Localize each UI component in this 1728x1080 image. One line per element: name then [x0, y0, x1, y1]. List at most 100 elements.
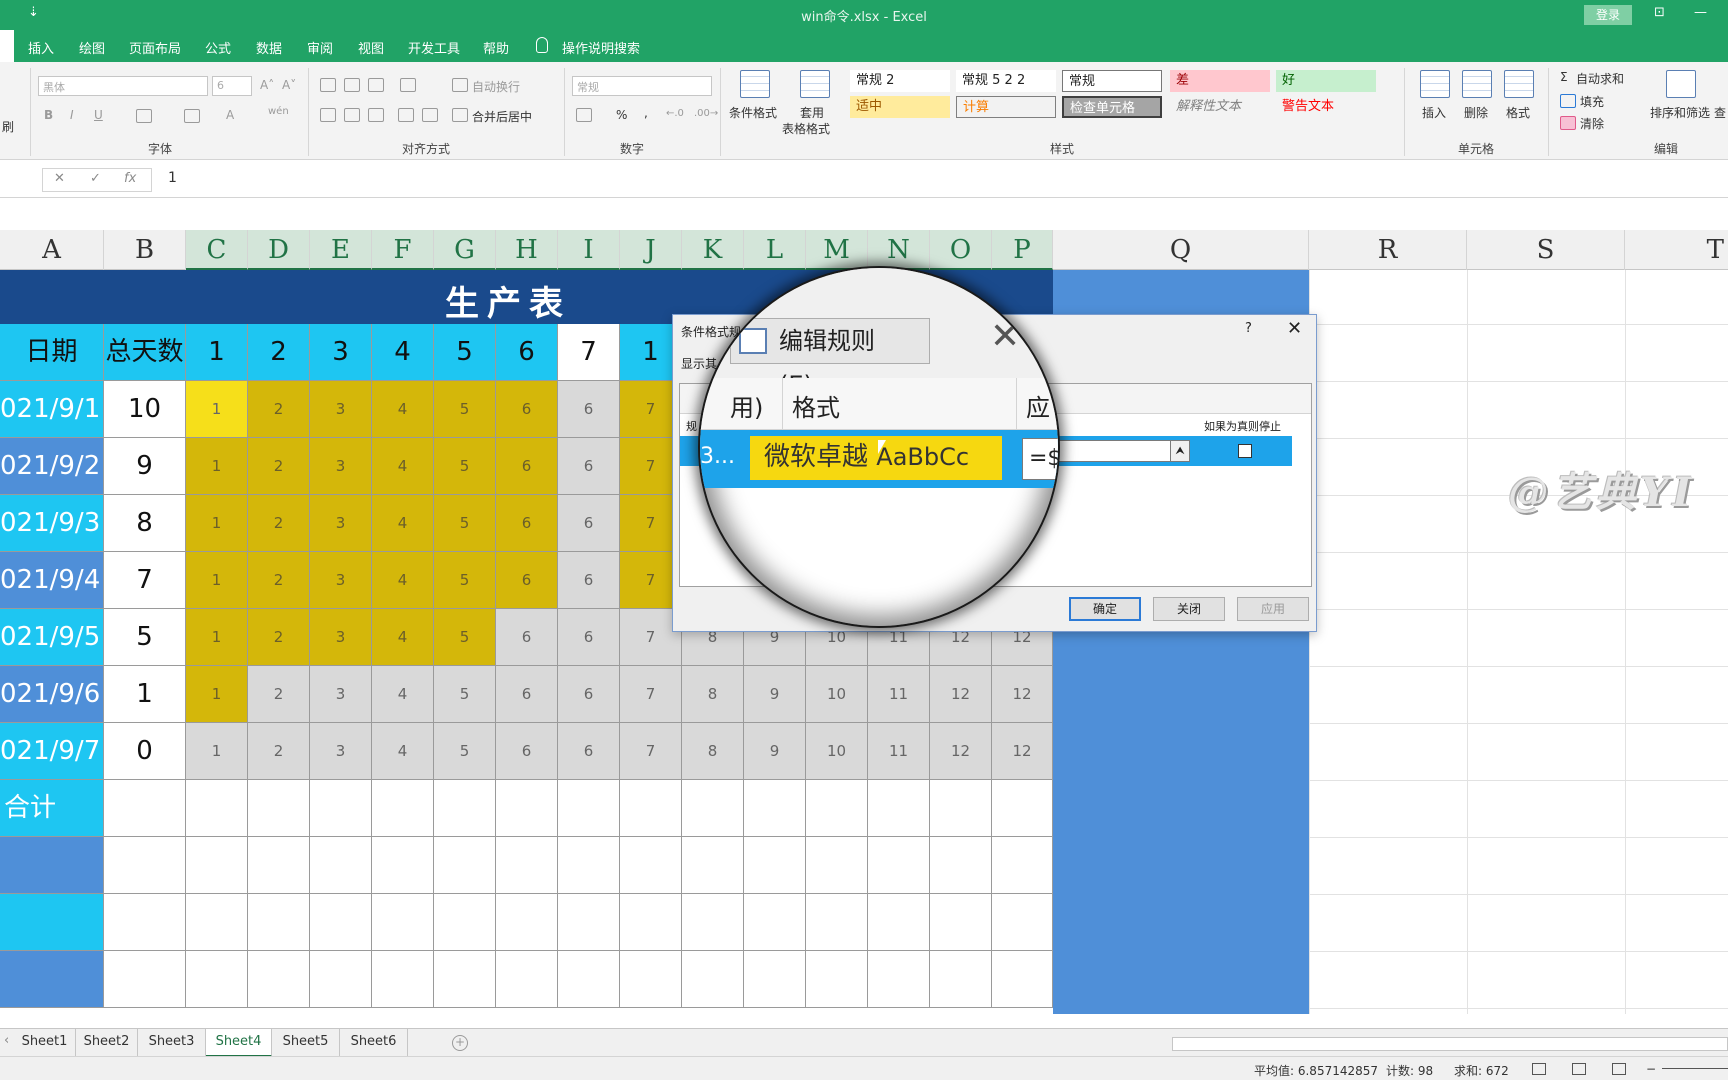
style-neutral[interactable]: 适中: [850, 96, 950, 118]
sheet-nav-icon[interactable]: ‹: [4, 1033, 9, 1048]
date-cell[interactable]: 021/9/3: [0, 495, 104, 552]
empty-cell[interactable]: [744, 837, 806, 894]
value-cell[interactable]: 5: [434, 723, 496, 780]
total-days-cell[interactable]: 8: [104, 495, 186, 552]
edit-rule-button[interactable]: 编辑规则(E)...: [730, 318, 930, 399]
empty-cell[interactable]: [434, 837, 496, 894]
empty-cell[interactable]: [104, 951, 186, 1008]
style-normal-2[interactable]: 常规 2: [850, 70, 950, 92]
tab-formulas[interactable]: 公式: [205, 38, 231, 57]
column-header-n[interactable]: N: [868, 230, 930, 270]
value-cell[interactable]: 7: [620, 666, 682, 723]
clear-button[interactable]: 清除: [1580, 115, 1604, 132]
column-header-g[interactable]: G: [434, 230, 496, 270]
value-cell[interactable]: 2: [248, 609, 310, 666]
close-button[interactable]: 关闭: [1153, 597, 1225, 621]
empty-cell[interactable]: [310, 780, 372, 837]
value-cell[interactable]: 3: [310, 666, 372, 723]
value-cell[interactable]: 6: [496, 666, 558, 723]
empty-cell[interactable]: [806, 894, 868, 951]
value-cell[interactable]: 2: [248, 438, 310, 495]
column-header-m[interactable]: M: [806, 230, 868, 270]
decrease-indent-icon[interactable]: [398, 108, 414, 122]
value-cell[interactable]: 8: [682, 723, 744, 780]
column-header-c[interactable]: C: [186, 230, 248, 270]
italic-button[interactable]: I: [70, 108, 74, 122]
empty-cell[interactable]: [992, 780, 1053, 837]
column-header-q[interactable]: Q: [1053, 230, 1309, 270]
empty-cell[interactable]: [0, 894, 104, 951]
fill-color-icon[interactable]: [184, 109, 200, 123]
date-cell[interactable]: 021/9/1: [0, 381, 104, 438]
value-cell[interactable]: 9: [744, 723, 806, 780]
format-cells-button[interactable]: 格式: [1506, 104, 1530, 121]
table-format-label-2[interactable]: 表格格式: [782, 120, 830, 137]
value-cell[interactable]: 10: [806, 666, 868, 723]
add-sheet-icon[interactable]: +: [452, 1035, 468, 1051]
percent-button[interactable]: %: [616, 108, 627, 122]
value-cell[interactable]: 1: [186, 495, 248, 552]
empty-cell[interactable]: [620, 894, 682, 951]
magnified-rule-row[interactable]: 3... 微软卓越 AaBbCc =$: [700, 430, 1058, 488]
align-right-icon[interactable]: [368, 108, 384, 122]
tab-help[interactable]: 帮助: [483, 38, 509, 57]
column-header-b[interactable]: B: [104, 230, 186, 270]
align-top-icon[interactable]: [320, 78, 336, 92]
value-cell[interactable]: 5: [434, 609, 496, 666]
value-cell[interactable]: 3: [310, 495, 372, 552]
tab-insert[interactable]: 插入: [28, 38, 54, 57]
login-button[interactable]: 登录: [1584, 5, 1632, 25]
empty-cell[interactable]: [806, 780, 868, 837]
value-cell[interactable]: 4: [372, 723, 434, 780]
currency-icon[interactable]: [576, 108, 592, 122]
number-format-box[interactable]: 常规: [572, 76, 712, 96]
value-cell[interactable]: 2: [248, 723, 310, 780]
value-cell[interactable]: 6: [558, 666, 620, 723]
value-cell[interactable]: 3: [310, 381, 372, 438]
empty-cell[interactable]: [868, 951, 930, 1008]
empty-cell[interactable]: [248, 837, 310, 894]
column-header-j[interactable]: J: [620, 230, 682, 270]
value-cell[interactable]: 3: [310, 552, 372, 609]
phonetic-button[interactable]: wén: [268, 106, 289, 117]
empty-cell[interactable]: [496, 894, 558, 951]
value-cell[interactable]: 1: [186, 609, 248, 666]
empty-cell[interactable]: [310, 837, 372, 894]
zoom-slider[interactable]: [1662, 1068, 1728, 1069]
autosum-button[interactable]: 自动求和: [1576, 70, 1624, 87]
style-normal[interactable]: 常规: [1062, 70, 1162, 92]
tab-view[interactable]: 视图: [358, 38, 384, 57]
tab-review[interactable]: 审阅: [307, 38, 333, 57]
sort-filter-icon[interactable]: [1666, 70, 1696, 98]
total-days-cell[interactable]: 10: [104, 381, 186, 438]
value-cell[interactable]: 5: [434, 438, 496, 495]
font-name-box[interactable]: 黑体: [38, 76, 208, 96]
value-cell[interactable]: 6: [496, 381, 558, 438]
empty-cell[interactable]: [372, 837, 434, 894]
empty-cell[interactable]: [682, 894, 744, 951]
empty-cell[interactable]: [930, 780, 992, 837]
empty-cell[interactable]: [0, 951, 104, 1008]
style-warning[interactable]: 警告文本: [1276, 96, 1376, 118]
tab-developer[interactable]: 开发工具: [408, 38, 460, 57]
empty-cell[interactable]: [496, 780, 558, 837]
empty-cell[interactable]: [620, 780, 682, 837]
value-cell[interactable]: 6: [558, 609, 620, 666]
format-painter-cut[interactable]: 刷: [2, 118, 14, 135]
sheet-tab-2[interactable]: Sheet2: [76, 1029, 138, 1057]
empty-cell[interactable]: [930, 951, 992, 1008]
tab-data[interactable]: 数据: [256, 38, 282, 57]
empty-cell[interactable]: [496, 951, 558, 1008]
decrease-decimal-button[interactable]: .00→: [694, 108, 718, 119]
value-cell[interactable]: 5: [434, 552, 496, 609]
empty-cell[interactable]: [248, 951, 310, 1008]
value-cell[interactable]: 4: [372, 495, 434, 552]
fill-button[interactable]: 填充: [1580, 93, 1604, 110]
empty-cell[interactable]: [930, 894, 992, 951]
header-day-cell[interactable]: 5: [434, 324, 496, 381]
value-cell[interactable]: 2: [248, 495, 310, 552]
value-cell[interactable]: 6: [496, 495, 558, 552]
value-cell[interactable]: 4: [372, 552, 434, 609]
find-select-cut[interactable]: 查: [1714, 104, 1726, 121]
empty-cell[interactable]: [558, 780, 620, 837]
